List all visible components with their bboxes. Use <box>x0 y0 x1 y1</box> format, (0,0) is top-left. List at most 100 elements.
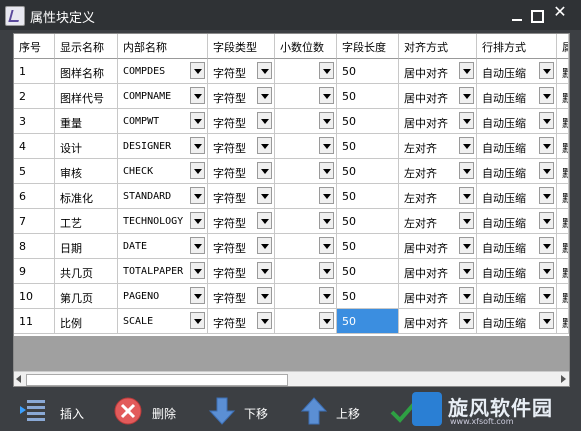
scroll-thumb[interactable] <box>26 374 288 386</box>
cell-extra[interactable]: 默 <box>557 59 569 84</box>
dropdown-arrow-icon[interactable] <box>257 287 272 304</box>
dropdown-arrow-icon[interactable] <box>319 312 334 329</box>
insert-button[interactable]: 插入 <box>18 394 98 428</box>
cell-no[interactable]: 10 <box>14 284 55 309</box>
dropdown-arrow-icon[interactable] <box>539 237 554 254</box>
cell-extra[interactable]: 默 <box>557 209 569 234</box>
cell-display[interactable]: 工艺 <box>55 209 118 234</box>
dropdown-arrow-icon[interactable] <box>190 162 205 179</box>
dropdown-arrow-icon[interactable] <box>319 162 334 179</box>
dropdown-arrow-icon[interactable] <box>459 237 474 254</box>
dropdown-arrow-icon[interactable] <box>459 87 474 104</box>
cell-align[interactable]: 居中对齐 <box>399 284 477 309</box>
move-up-button[interactable]: 上移 <box>298 394 378 428</box>
move-down-button[interactable]: 下移 <box>206 394 286 428</box>
dropdown-arrow-icon[interactable] <box>190 137 205 154</box>
dropdown-arrow-icon[interactable] <box>190 62 205 79</box>
dropdown-arrow-icon[interactable] <box>319 137 334 154</box>
cell-align[interactable]: 居中对齐 <box>399 59 477 84</box>
cell-no[interactable]: 8 <box>14 234 55 259</box>
cell-type[interactable]: 字符型 <box>208 284 275 309</box>
cell-no[interactable]: 9 <box>14 259 55 284</box>
dropdown-arrow-icon[interactable] <box>257 212 272 229</box>
dropdown-arrow-icon[interactable] <box>190 212 205 229</box>
cell-length[interactable]: 50 <box>337 134 399 159</box>
dropdown-arrow-icon[interactable] <box>190 287 205 304</box>
cell-length[interactable]: 50 <box>337 109 399 134</box>
cell-decimals[interactable] <box>275 84 337 109</box>
cell-type[interactable]: 字符型 <box>208 134 275 159</box>
column-header-arrange[interactable]: 行排方式 <box>477 34 557 59</box>
cell-decimals[interactable] <box>275 309 337 334</box>
dropdown-arrow-icon[interactable] <box>459 162 474 179</box>
cell-type[interactable]: 字符型 <box>208 109 275 134</box>
cell-type[interactable]: 字符型 <box>208 84 275 109</box>
cell-length[interactable]: 50 <box>337 234 399 259</box>
cell-internal[interactable]: PAGENO <box>118 284 208 309</box>
attribute-grid[interactable]: 序号 显示名称 内部名称 字段类型 小数位数 字段长度 对齐方式 行排方式 属 1 图样名称 COMP… <box>13 33 570 387</box>
table-row[interactable]: 3 重量 COMPWT 字符型 50 居中对齐 自动压缩 默 <box>14 109 569 134</box>
dropdown-arrow-icon[interactable] <box>257 112 272 129</box>
dropdown-arrow-icon[interactable] <box>539 162 554 179</box>
dropdown-arrow-icon[interactable] <box>257 237 272 254</box>
table-row[interactable]: 11 比例 SCALE 字符型 50 居中对齐 自动压缩 默 <box>14 309 569 334</box>
cell-internal[interactable]: COMPDES <box>118 59 208 84</box>
cell-arrange[interactable]: 自动压缩 <box>477 84 557 109</box>
cell-type[interactable]: 字符型 <box>208 209 275 234</box>
dropdown-arrow-icon[interactable] <box>257 187 272 204</box>
cell-extra[interactable]: 默 <box>557 84 569 109</box>
cell-internal[interactable]: STANDARD <box>118 184 208 209</box>
dropdown-arrow-icon[interactable] <box>459 262 474 279</box>
cell-decimals[interactable] <box>275 59 337 84</box>
table-row[interactable]: 1 图样名称 COMPDES 字符型 50 居中对齐 自动压缩 默 <box>14 59 569 84</box>
dropdown-arrow-icon[interactable] <box>257 262 272 279</box>
dropdown-arrow-icon[interactable] <box>539 287 554 304</box>
cell-no[interactable]: 1 <box>14 59 55 84</box>
dropdown-arrow-icon[interactable] <box>319 262 334 279</box>
cell-length[interactable]: 50 <box>337 209 399 234</box>
minimize-icon[interactable] <box>510 8 524 22</box>
cell-type[interactable]: 字符型 <box>208 159 275 184</box>
dropdown-arrow-icon[interactable] <box>257 137 272 154</box>
dropdown-arrow-icon[interactable] <box>539 262 554 279</box>
dropdown-arrow-icon[interactable] <box>459 187 474 204</box>
cell-align[interactable]: 左对齐 <box>399 134 477 159</box>
cell-display[interactable]: 图样代号 <box>55 84 118 109</box>
cell-align[interactable]: 居中对齐 <box>399 309 477 334</box>
cell-decimals[interactable] <box>275 134 337 159</box>
cell-arrange[interactable]: 自动压缩 <box>477 109 557 134</box>
cell-extra[interactable]: 默 <box>557 184 569 209</box>
column-header-display[interactable]: 显示名称 <box>55 34 118 59</box>
dropdown-arrow-icon[interactable] <box>459 137 474 154</box>
cell-arrange[interactable]: 自动压缩 <box>477 284 557 309</box>
close-icon[interactable]: ✕ <box>553 4 567 20</box>
cell-type[interactable]: 字符型 <box>208 234 275 259</box>
cell-display[interactable]: 共几页 <box>55 259 118 284</box>
dropdown-arrow-icon[interactable] <box>539 112 554 129</box>
delete-button[interactable]: 删除 <box>112 394 192 428</box>
dropdown-arrow-icon[interactable] <box>319 62 334 79</box>
column-header-decimals[interactable]: 小数位数 <box>275 34 337 59</box>
column-header-extra[interactable]: 属 <box>557 34 569 59</box>
dropdown-arrow-icon[interactable] <box>257 87 272 104</box>
dropdown-arrow-icon[interactable] <box>319 187 334 204</box>
column-header-length[interactable]: 字段长度 <box>337 34 399 59</box>
cell-display[interactable]: 设计 <box>55 134 118 159</box>
cell-display[interactable]: 日期 <box>55 234 118 259</box>
cell-align[interactable]: 左对齐 <box>399 184 477 209</box>
table-row[interactable]: 10 第几页 PAGENO 字符型 50 居中对齐 自动压缩 默 <box>14 284 569 309</box>
cell-internal[interactable]: TOTALPAPER <box>118 259 208 284</box>
dropdown-arrow-icon[interactable] <box>319 112 334 129</box>
dropdown-arrow-icon[interactable] <box>459 112 474 129</box>
cell-internal[interactable]: DESIGNER <box>118 134 208 159</box>
cell-display[interactable]: 第几页 <box>55 284 118 309</box>
cell-align[interactable]: 居中对齐 <box>399 109 477 134</box>
dropdown-arrow-icon[interactable] <box>190 187 205 204</box>
cell-length[interactable]: 50 <box>337 84 399 109</box>
dropdown-arrow-icon[interactable] <box>319 287 334 304</box>
cell-extra[interactable]: 默 <box>557 309 569 334</box>
cell-arrange[interactable]: 自动压缩 <box>477 209 557 234</box>
cell-extra[interactable]: 默 <box>557 109 569 134</box>
maximize-icon[interactable] <box>531 10 544 23</box>
dropdown-arrow-icon[interactable] <box>319 237 334 254</box>
